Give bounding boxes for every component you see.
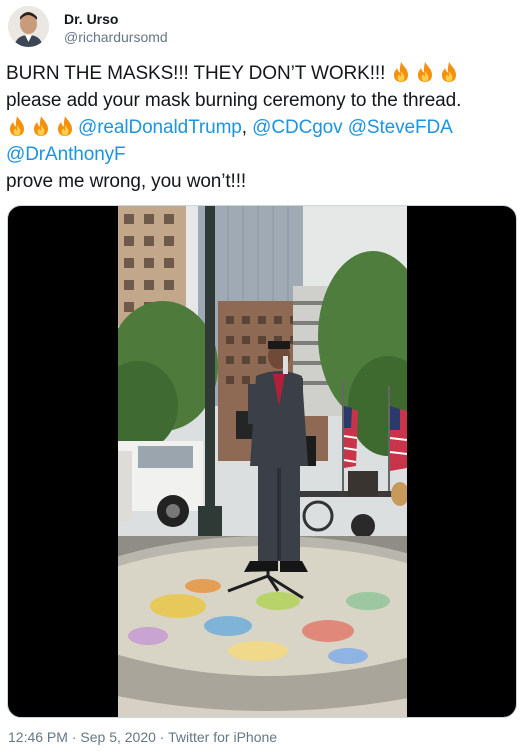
tweet-source[interactable]: Twitter for iPhone bbox=[168, 729, 277, 745]
tweet-footer: 12:46 PM · Sep 5, 2020 · Twitter for iPh… bbox=[8, 729, 277, 745]
tweet-line-4: @DrAnthonyF bbox=[6, 141, 514, 168]
footer-separator: · bbox=[67, 729, 81, 745]
timestamp-time[interactable]: 12:46 PM bbox=[8, 729, 68, 745]
author-handle[interactable]: @richardursomd bbox=[64, 29, 168, 45]
fire-icon bbox=[414, 61, 436, 83]
mention-realdonaldtrump[interactable]: @realDonaldTrump bbox=[78, 117, 242, 138]
mention-cdcgov[interactable]: @CDCgov bbox=[252, 117, 342, 138]
tweet-header: Dr. Urso @richardursomd bbox=[8, 6, 512, 50]
mention-stevefda[interactable]: @SteveFDA bbox=[348, 117, 453, 138]
tweet-media[interactable] bbox=[7, 205, 517, 718]
author-name[interactable]: Dr. Urso bbox=[64, 11, 118, 27]
video-player[interactable] bbox=[118, 206, 407, 717]
video-frame bbox=[118, 206, 407, 717]
tweet-text-segment: BURN THE MASKS!!! THEY DON’T WORK!!! bbox=[6, 63, 391, 84]
timestamp-date[interactable]: Sep 5, 2020 bbox=[80, 729, 156, 745]
mention-separator: , bbox=[241, 117, 253, 138]
fire-icon bbox=[6, 115, 28, 137]
tweet-line-1: BURN THE MASKS!!! THEY DON’T WORK!!! bbox=[6, 60, 514, 87]
tweet-line-2: please add your mask burning ceremony to… bbox=[6, 90, 462, 111]
avatar[interactable] bbox=[8, 6, 49, 47]
fire-icon bbox=[54, 115, 76, 137]
tweet-text: BURN THE MASKS!!! THEY DON’T WORK!!! ple… bbox=[6, 60, 514, 195]
fire-icon bbox=[30, 115, 52, 137]
tweet-line-3: @realDonaldTrump, @CDCgov @SteveFDA bbox=[6, 114, 514, 141]
mention-dranthonyf[interactable]: @DrAnthonyF bbox=[6, 144, 126, 165]
fire-icon bbox=[438, 61, 460, 83]
tweet-line-5: prove me wrong, you won’t!!! bbox=[6, 171, 247, 192]
footer-separator: · bbox=[155, 729, 169, 745]
fire-icon bbox=[390, 61, 412, 83]
